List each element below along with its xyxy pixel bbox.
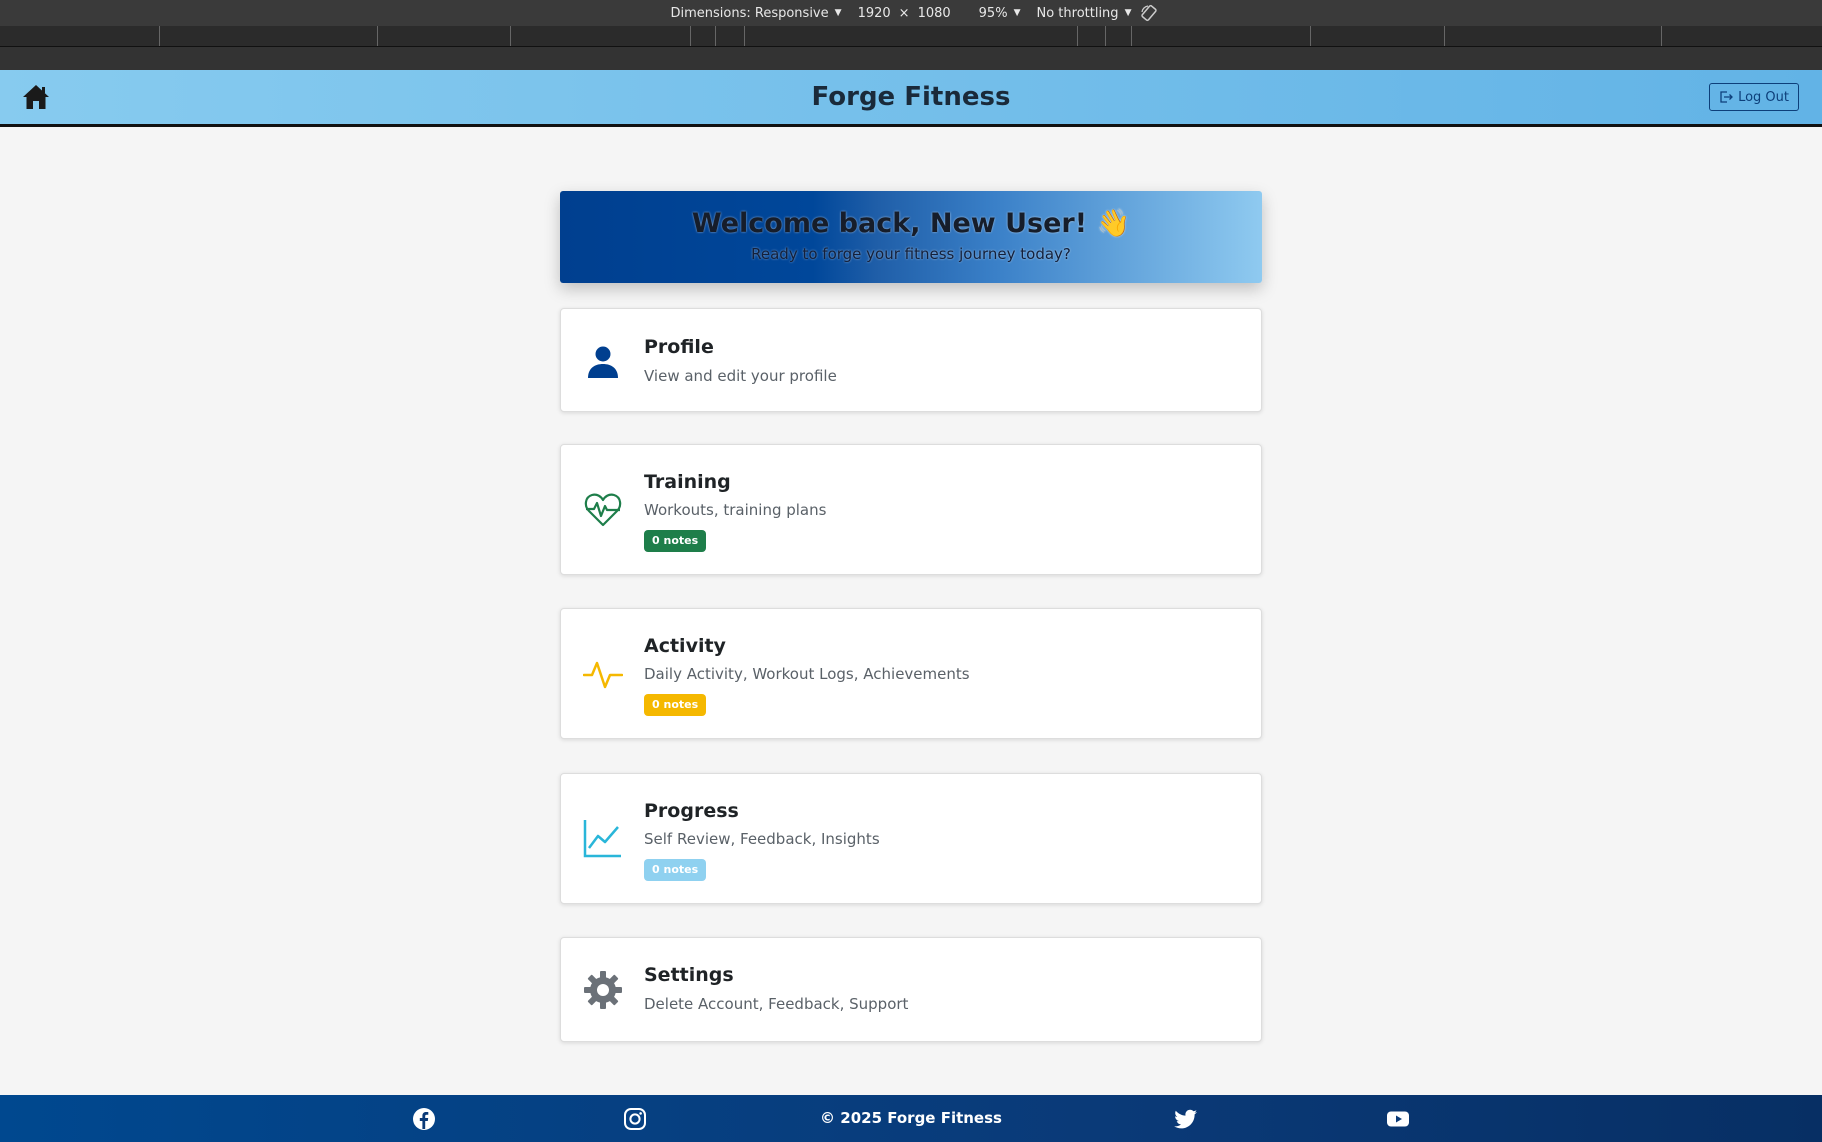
- welcome-banner: Welcome back, New User! 👋 Ready to forge…: [560, 191, 1262, 283]
- card-title: Settings: [644, 964, 734, 986]
- notes-badge: 0 notes: [644, 859, 707, 881]
- zoom-dropdown[interactable]: 95% ▼: [979, 6, 1021, 21]
- copyright-text: © 2025 Forge Fitness: [820, 1109, 1002, 1127]
- app-title: Forge Fitness: [811, 82, 1011, 112]
- card-description: Self Review, Feedback, Insights: [644, 830, 880, 848]
- height-input[interactable]: 1080: [918, 6, 951, 21]
- times-sign: ×: [898, 5, 910, 21]
- training-card[interactable]: Training Workouts, training plans 0 note…: [560, 444, 1262, 575]
- profile-card[interactable]: Profile View and edit your profile: [560, 308, 1262, 412]
- card-description: Workouts, training plans: [644, 501, 827, 519]
- notes-badge: 0 notes: [644, 530, 707, 552]
- width-input[interactable]: 1920: [858, 6, 891, 21]
- logout-button[interactable]: Log Out: [1709, 83, 1799, 111]
- heart-pulse-icon: [584, 493, 622, 527]
- chevron-down-icon: ▼: [1013, 8, 1021, 18]
- dimensions-dropdown[interactable]: Dimensions: Responsive ▼: [671, 6, 842, 21]
- activity-card[interactable]: Activity Daily Activity, Workout Logs, A…: [560, 608, 1262, 739]
- youtube-icon[interactable]: [1386, 1107, 1410, 1131]
- app-header: Forge Fitness Log Out: [0, 70, 1822, 127]
- card-description: Delete Account, Feedback, Support: [644, 995, 909, 1013]
- welcome-title: Welcome back, New User! 👋: [691, 208, 1131, 239]
- devtools-toolbar: Dimensions: Responsive ▼ 1920 × 1080 95%…: [0, 0, 1822, 27]
- user-icon: [588, 346, 618, 378]
- card-title: Progress: [644, 800, 739, 822]
- twitter-icon[interactable]: [1174, 1107, 1198, 1131]
- zoom-label: 95%: [978, 5, 1008, 21]
- media-query-ruler: [0, 26, 1822, 47]
- logout-label: Log Out: [1738, 89, 1789, 105]
- card-description: Daily Activity, Workout Logs, Achievemen…: [644, 665, 970, 683]
- dashboard-container: Welcome back, New User! 👋 Ready to forge…: [560, 191, 1262, 1042]
- progress-card[interactable]: Progress Self Review, Feedback, Insights…: [560, 773, 1262, 904]
- notes-badge: 0 notes: [644, 694, 707, 716]
- card-title: Activity: [644, 635, 726, 657]
- logout-icon: [1720, 91, 1733, 103]
- chevron-down-icon: ▼: [834, 8, 842, 18]
- app-footer: © 2025 Forge Fitness: [0, 1095, 1822, 1142]
- settings-card[interactable]: Settings Delete Account, Feedback, Suppo…: [560, 937, 1262, 1042]
- activity-icon: [583, 661, 623, 689]
- card-title: Profile: [644, 336, 714, 358]
- throttling-dropdown[interactable]: No throttling ▼: [1036, 6, 1131, 21]
- welcome-subtitle: Ready to forge your fitness journey toda…: [751, 245, 1071, 263]
- throttling-label: No throttling: [1036, 5, 1119, 21]
- graph-up-icon: [583, 820, 621, 858]
- dimensions-label: Dimensions: Responsive: [670, 5, 829, 21]
- rotate-icon[interactable]: [1139, 3, 1159, 23]
- card-description: View and edit your profile: [644, 367, 837, 385]
- device-ruler: [0, 47, 1822, 70]
- gear-icon: [584, 971, 622, 1009]
- card-title: Training: [644, 471, 731, 493]
- chevron-down-icon: ▼: [1124, 8, 1132, 18]
